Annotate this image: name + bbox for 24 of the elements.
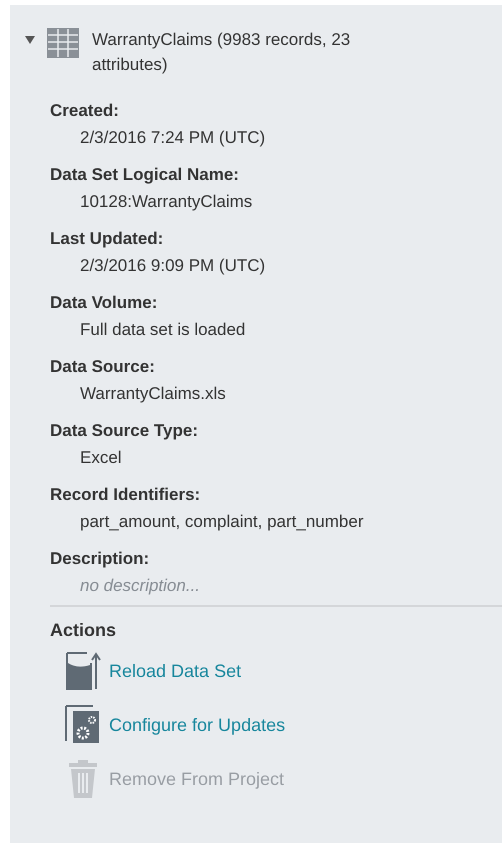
field-label: Created:	[50, 100, 120, 122]
field-label: Description:	[50, 548, 150, 570]
bucket-arrow-icon	[65, 651, 101, 691]
action-link[interactable]: Configure for Updates	[109, 713, 286, 737]
action-link[interactable]: Reload Data Set	[109, 659, 242, 683]
field-label: Data Source Type:	[50, 420, 200, 442]
field-value: 2/3/2016 9:09 PM (UTC)	[79, 255, 266, 277]
field-label: Data Volume:	[50, 292, 158, 314]
field-value: part_amount, complaint, part_number	[79, 511, 364, 533]
actions-heading: Actions	[50, 619, 118, 642]
gear-document-icon	[65, 705, 101, 745]
field-value: WarrantyClaims.xls	[79, 383, 227, 405]
collapse-arrow-icon[interactable]	[25, 36, 35, 44]
field-value: 10128:WarrantyClaims	[79, 191, 254, 213]
field-value: 2/3/2016 7:24 PM (UTC)	[79, 127, 266, 149]
field-value: Excel	[79, 447, 123, 469]
table-icon	[47, 28, 79, 58]
field-label: Data Set Logical Name:	[50, 164, 240, 186]
field-label: Record Identifiers:	[50, 484, 202, 506]
description-text: no description...	[79, 575, 202, 597]
dataset-title: WarrantyClaims (9983 records, 23 attributes)	[92, 29, 352, 76]
field-label: Last Updated:	[50, 228, 164, 250]
field-value: Full data set is loaded	[79, 319, 246, 341]
field-label: Data Source:	[50, 356, 156, 378]
